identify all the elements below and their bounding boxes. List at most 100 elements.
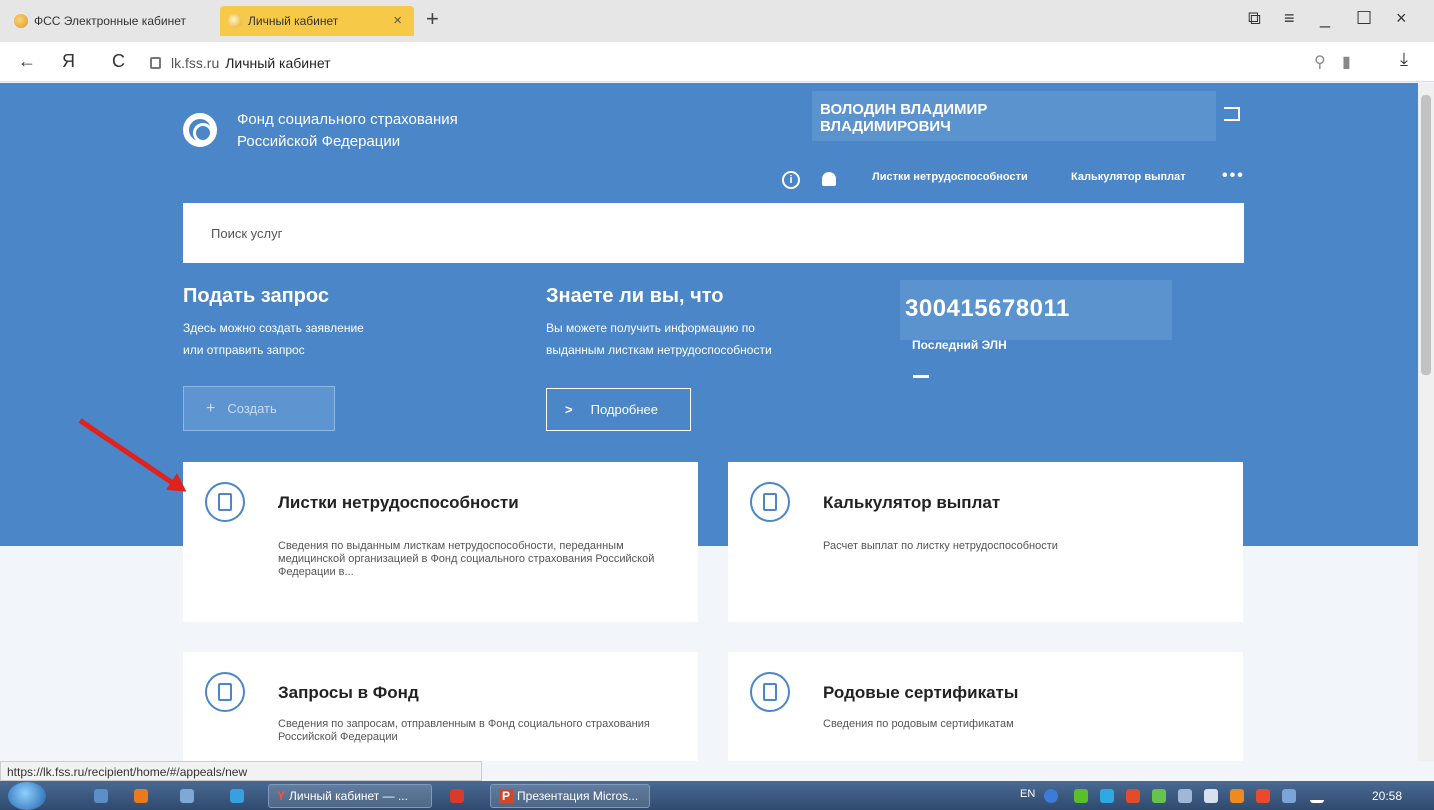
org-name-line2: Российской Федерации [237,133,401,150]
mail-icon[interactable] [94,789,108,803]
tray-app-icon[interactable] [1126,789,1140,803]
windows-taskbar: Y Личный кабинет — ... P Презентация Micro… [0,781,1434,810]
eln-number: 300415678011 [905,295,1070,322]
tray-app-icon[interactable] [1230,789,1244,803]
tab-personal-cabinet[interactable]: Личный кабинет × [220,6,414,36]
card-calculator[interactable]: Калькулятор выплат Расчет выплат по лист… [728,462,1243,622]
card-description: Сведения по выданным листкам нетрудоспос… [278,540,655,578]
tray-lang[interactable]: EN [1020,788,1035,800]
url-field[interactable]: lk.fss.ru Личный кабинет [150,51,1370,75]
help-icon[interactable] [1044,789,1058,803]
logout-icon[interactable] [1224,107,1240,121]
yandex-browser-icon: Y [277,789,286,803]
card-birth-certificates[interactable]: Родовые сертификаты Сведения по родовым … [728,652,1243,761]
request-text-line1: Здесь можно создать заявление [183,321,364,335]
download-icon[interactable]: ⤓ [1400,49,1408,70]
menu-icon[interactable]: ≡ [1284,8,1295,29]
document-icon [205,672,245,712]
org-name-line1: Фонд социального страхования [237,111,458,128]
volume-icon[interactable] [1178,789,1192,803]
bell-icon[interactable] [822,172,836,186]
minimize-icon[interactable]: _ [1320,8,1330,29]
screen: ФСС Электронные кабинет Личный кабинет ×… [0,0,1434,810]
request-title: Подать запрос [183,285,329,307]
status-url: https://lk.fss.ru/recipient/home/#/appea… [0,761,482,781]
scrollbar-thumb[interactable] [1421,95,1431,375]
org-name: Фонд социального страхования Российской … [237,109,458,153]
page-scrollbar[interactable] [1418,83,1434,761]
signal-icon[interactable] [1310,789,1324,803]
calculator-icon [750,482,790,522]
card-title: Запросы в Фонд [278,683,419,702]
request-text: Здесь можно создать заявление или отправ… [183,317,364,361]
page-content: Фонд социального страхования Российской … [0,83,1418,761]
yandex-app-icon[interactable] [450,789,464,803]
window-close-icon[interactable]: × [1396,8,1407,29]
taskbar-powerpoint-label: Презентация Micros... [517,789,639,803]
tab-close-icon[interactable]: × [393,12,402,29]
tabs-view-icon[interactable]: ⧉ [1248,8,1261,29]
search-icon[interactable]: ⚲ [1314,52,1326,72]
more-details-button[interactable]: > Подробнее [546,388,691,431]
url-title: Личный кабинет [225,55,331,71]
card-title: Родовые сертификаты [823,683,1019,702]
fss-logo-icon[interactable] [183,113,217,147]
plus-icon: + [206,399,216,417]
explorer-icon[interactable] [230,789,244,803]
new-tab-icon[interactable]: + [426,6,439,32]
user-name-line1: ВОЛОДИН ВЛАДИМИР [820,101,988,118]
tab-label: ФСС Электронные кабинет [34,14,186,28]
chevron-right-icon: > [565,402,573,417]
didyouknow-text-line2: выданным листкам нетрудоспособности [546,343,772,357]
search-input[interactable] [211,223,1111,243]
more-details-label: Подробнее [590,402,659,417]
eln-label: Последний ЭЛН [912,338,1007,352]
yandex-home-icon[interactable]: Я [62,51,75,72]
start-button-icon[interactable] [8,782,46,810]
lock-icon [150,57,161,69]
tray-app-icon[interactable] [1256,789,1270,803]
card-description: Сведения по запросам, отправленным в Фон… [278,718,650,743]
clock[interactable]: 20:58 [1372,789,1402,803]
sound-icon[interactable] [180,789,194,803]
info-icon[interactable]: i [782,171,800,189]
nav-sick-leave[interactable]: Листки нетрудоспособности [872,171,1028,183]
taskbar-browser[interactable]: Y Личный кабинет — ... [268,784,432,808]
media-player-icon[interactable] [134,789,148,803]
document-icon [750,672,790,712]
user-name-line2: ВЛАДИМИРОВИЧ [820,118,951,135]
fss-favicon-icon [14,14,28,28]
tab-fss-cabinets[interactable]: ФСС Электронные кабинет [6,6,214,36]
taskbar-browser-label: Личный кабинет — ... [289,789,408,803]
create-button-label: Создать [227,401,277,416]
more-icon[interactable]: ••• [1222,167,1245,185]
reload-icon[interactable]: C [112,51,125,72]
powerpoint-icon: P [499,789,514,803]
user-name[interactable]: ВОЛОДИН ВЛАДИМИР ВЛАДИМИРОВИЧ [812,91,1216,141]
card-description: Сведения по родовым сертификатам [823,718,1014,730]
didyouknow-title: Знаете ли вы, что [546,285,724,307]
tray-app-icon[interactable] [1152,789,1166,803]
nav-calculator[interactable]: Калькулятор выплат [1071,171,1186,183]
fss-favicon-icon [228,14,242,28]
tray-app-icon[interactable] [1204,789,1218,803]
card-title: Листки нетрудоспособности [278,493,519,512]
tab-label: Личный кабинет [248,14,339,28]
url-domain: lk.fss.ru [171,55,220,71]
document-icon [205,482,245,522]
card-title: Калькулятор выплат [823,493,1001,512]
didyouknow-text: Вы можете получить информацию по выданны… [546,317,772,361]
create-button[interactable]: + Создать [183,386,335,431]
tray-app-icon[interactable] [1074,789,1088,803]
taskbar-powerpoint[interactable]: P Презентация Micros... [490,784,650,808]
bookmark-icon[interactable]: ▮ [1342,52,1351,72]
tray-app-icon[interactable] [1100,789,1114,803]
browser-tab-strip: ФСС Электронные кабинет Личный кабинет ×… [0,0,1434,42]
search-box[interactable] [183,203,1244,263]
back-icon[interactable]: ← [18,51,36,72]
maximize-icon[interactable]: ☐ [1356,8,1372,29]
card-requests[interactable]: Запросы в Фонд Сведения по запросам, отп… [183,652,698,761]
card-sick-leave[interactable]: Листки нетрудоспособности Сведения по вы… [183,462,698,622]
network-icon[interactable] [1282,789,1296,803]
address-bar: ← Я C lk.fss.ru Личный кабинет ⚲ ▮ ⤓ [0,42,1434,82]
